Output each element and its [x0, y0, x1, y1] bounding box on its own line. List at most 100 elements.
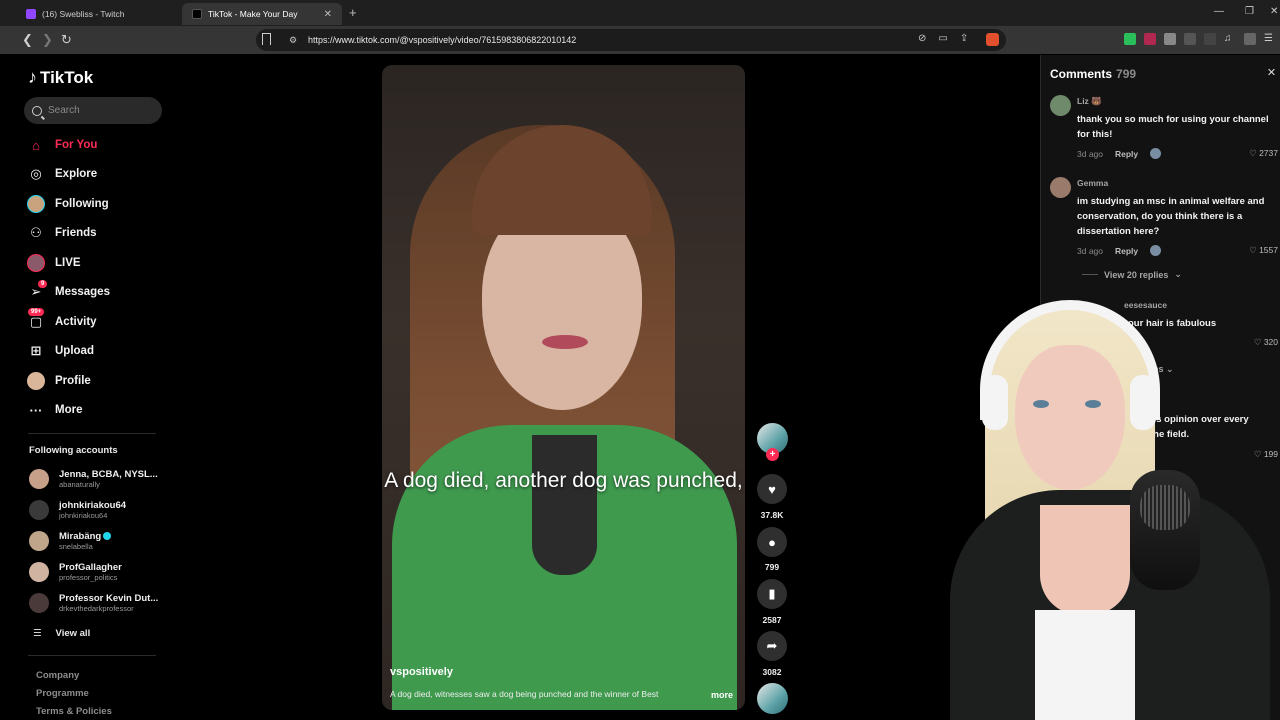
extensions-bar: ♫ ☰ [1124, 33, 1276, 45]
footer-link-company[interactable]: Company [36, 670, 79, 681]
microphone-grill [1140, 485, 1190, 530]
list-icon: ☰ [33, 628, 42, 639]
account-handle: johnkiriakou64 [59, 511, 108, 520]
nav-messages[interactable]: ➢ 9 Messages [27, 280, 110, 302]
messages-badge: 9 [38, 280, 48, 288]
save-button[interactable]: ▮ [757, 579, 787, 609]
like-button[interactable]: ♥ [757, 474, 787, 504]
extension-red-icon[interactable] [1144, 33, 1156, 45]
more-icon: ··· [29, 402, 43, 418]
nav-explore[interactable]: ◎ Explore [27, 164, 97, 184]
tiktok-logo[interactable]: ♪ TikTok [28, 67, 93, 88]
logo-text: TikTok [40, 67, 94, 87]
video-player[interactable]: A dog died, another dog was punched, vsp… [382, 65, 745, 710]
comment-username[interactable]: Liz 🐻 [1077, 96, 1102, 107]
no-tracking-icon[interactable]: ⊘ [918, 33, 926, 44]
bookmark-icon[interactable] [262, 33, 271, 45]
comment-like-button[interactable]: ♡ 1557 [1240, 245, 1278, 256]
new-tab-button[interactable]: + [349, 5, 357, 20]
view-all-link[interactable]: ☰ View all [33, 628, 90, 639]
nav-label: More [55, 404, 83, 416]
search-placeholder: Search [48, 105, 80, 116]
more-link[interactable]: more [711, 690, 733, 700]
back-icon[interactable]: ❮ [22, 32, 33, 48]
reply-button[interactable]: Reply [1115, 246, 1138, 256]
account-name: Jenna, BCBA, NYSL... [59, 469, 158, 480]
avatar [29, 469, 49, 489]
tab-title: TikTok - Make Your Day [208, 9, 298, 19]
account-item[interactable]: johnkiriakou64 johnkiriakou64 [29, 497, 126, 523]
share-button[interactable]: ➦ [757, 631, 787, 661]
brave-shield-icon[interactable] [986, 33, 999, 46]
nav-friends[interactable]: ⚇ Friends [27, 223, 96, 243]
footer-link-programme[interactable]: Programme [36, 688, 89, 699]
maximize-icon[interactable]: ❐ [1245, 6, 1254, 17]
avatar[interactable] [1050, 177, 1071, 198]
comment-button[interactable]: ● [757, 527, 787, 557]
account-item[interactable]: ProfGallagher professor_politics [29, 559, 122, 585]
nav-following[interactable]: Following [27, 194, 109, 214]
extension-grey-icon[interactable] [1164, 33, 1176, 45]
reply-button[interactable]: Reply [1115, 149, 1138, 159]
account-handle: drkevthedarkprofessor [59, 604, 134, 613]
window-close-icon[interactable]: ✕ [1270, 6, 1278, 17]
account-handle: abanaturally [59, 480, 100, 489]
extension-box-icon[interactable] [1204, 33, 1216, 45]
music-icon[interactable]: ♫ [1224, 33, 1236, 45]
nav-activity[interactable]: ▢ 99+ Activity [27, 308, 97, 332]
nav-label: Following [55, 198, 109, 210]
video-username[interactable]: vspositively [390, 666, 453, 678]
account-item[interactable]: Professor Kevin Dut... drkevthedarkprofes… [29, 590, 158, 616]
nav-label: Profile [55, 375, 91, 387]
comment-text: im studying an msc in animal welfare and… [1077, 196, 1265, 237]
follow-plus-icon[interactable]: + [766, 448, 779, 461]
nav-upload[interactable]: ⊞ Upload [27, 341, 94, 361]
reload-icon[interactable]: ↻ [61, 32, 72, 48]
comment-likes: 1557 [1259, 245, 1278, 255]
comments-count: 799 [1116, 67, 1137, 81]
close-tab-icon[interactable]: ✕ [324, 9, 332, 20]
sidebar-divider [28, 655, 156, 656]
tab-twitch[interactable]: (16) Swebliss - Twitch [16, 3, 181, 25]
nav-label: Messages [55, 286, 110, 298]
friends-icon: ⚇ [30, 225, 42, 240]
close-comments-icon[interactable]: ✕ [1265, 67, 1278, 80]
comment-like-button[interactable]: ♡ 2737 [1240, 148, 1278, 159]
tab-tiktok[interactable]: TikTok - Make Your Day ✕ [182, 3, 342, 25]
share-icon[interactable]: ⇪ [960, 33, 968, 44]
avatar[interactable] [1050, 95, 1071, 116]
view-replies-button[interactable]: View 20 replies ⌄ [1082, 269, 1182, 280]
sidebar-toggle-icon[interactable] [1244, 33, 1256, 45]
replies-line [1082, 274, 1098, 275]
forward-icon[interactable]: ❯ [42, 32, 53, 48]
sound-disc-avatar[interactable] [757, 683, 788, 714]
cast-icon[interactable]: ▭ [938, 33, 947, 44]
extension-puzzle-icon[interactable] [1184, 33, 1196, 45]
url-field[interactable]: https://www.tiktok.com/@vspositively/vid… [256, 29, 1006, 51]
comment-username[interactable]: Gemma [1077, 178, 1108, 188]
minimize-icon[interactable]: — [1214, 6, 1224, 17]
nav-profile[interactable]: Profile [27, 371, 91, 391]
home-icon: ⌂ [32, 137, 40, 153]
site-settings-icon[interactable]: ⚙ [289, 35, 297, 46]
avatar [29, 531, 49, 551]
menu-icon[interactable]: ☰ [1264, 33, 1276, 45]
like-count: 37.8K [760, 510, 784, 520]
nav-more[interactable]: ··· More [27, 400, 83, 420]
activity-badge: 99+ [28, 308, 45, 316]
activity-icon: ▢ 99+ [27, 308, 45, 331]
extension-green-icon[interactable] [1124, 33, 1136, 45]
share-arrow-icon: ➦ [766, 638, 778, 653]
footer-link-terms[interactable]: Terms & Policies [36, 706, 112, 717]
nav-label: LIVE [55, 257, 81, 269]
nav-live[interactable]: LIVE [27, 253, 81, 273]
profile-avatar-icon [27, 372, 45, 390]
url-actions: ⊘ ▭ ⇪ [918, 33, 968, 44]
comment-meta: 3d ago Reply [1077, 148, 1162, 159]
tiktok-note-icon: ♪ [28, 67, 37, 87]
nav-for-you[interactable]: ⌂ For You [27, 135, 97, 155]
search-input[interactable]: Search [24, 97, 162, 124]
account-item[interactable]: Mirabäng snelabella [29, 528, 112, 554]
account-item[interactable]: Jenna, BCBA, NYSL... abanaturally [29, 466, 158, 492]
account-name: Professor Kevin Dut... [59, 593, 159, 604]
